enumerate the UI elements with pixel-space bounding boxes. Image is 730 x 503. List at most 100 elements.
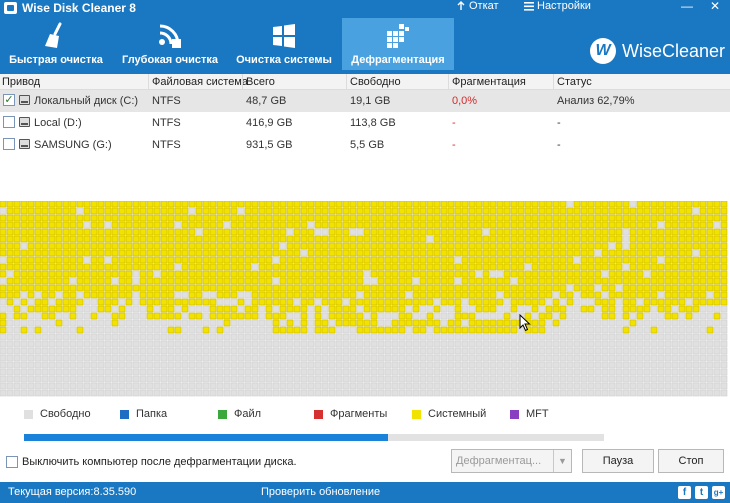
tab-quick-clean[interactable]: Быстрая очистка [0,18,112,70]
cluster-block-free [447,340,455,348]
cluster-block-system [167,201,175,208]
cluster-block-system [391,284,399,292]
defrag-button[interactable]: Дефрагментац... ▼ [451,449,572,473]
close-button[interactable]: ✕ [704,0,726,14]
cluster-block-system [580,270,588,278]
cluster-block-free [629,389,637,397]
cluster-block-system [13,235,21,243]
twitter-icon[interactable]: t [695,486,708,499]
cluster-block-system [55,228,63,236]
facebook-icon[interactable]: f [678,486,691,499]
cluster-block-system [370,263,378,271]
cluster-block-system [111,207,119,215]
broom-icon [45,22,62,48]
cluster-block-system [720,201,728,208]
cluster-block-system [146,235,154,243]
cluster-block-system [531,305,539,313]
cluster-block-system [328,284,336,292]
tab-deep-clean[interactable]: Глубокая очистка [114,18,226,70]
shutdown-after-defrag-option[interactable]: Выключить компьютер после дефрагментации… [6,456,297,468]
check-update-link[interactable]: Проверить обновление [261,486,380,498]
cluster-block-system [160,207,168,215]
cluster-block-free [111,326,119,334]
cluster-block-free [300,333,308,341]
cluster-block-system [69,201,77,208]
column-header-fragmentation[interactable]: Фрагментация [452,76,526,88]
minimize-button[interactable]: — [676,0,698,14]
cluster-block-free [293,354,301,362]
cluster-block-system [223,235,231,243]
cluster-block-system [531,284,539,292]
cluster-block-system [321,298,329,306]
cluster-block-free [76,354,84,362]
cluster-block-free [664,375,672,383]
cluster-block-free [713,389,721,397]
column-header-drive[interactable]: Привод [2,76,40,88]
table-row[interactable]: Local (D:) NTFS 416,9 GB 113,8 GB - - [0,112,730,134]
cluster-block-system [545,277,553,285]
cluster-block-system [524,228,532,236]
drive-checkbox[interactable] [3,138,15,150]
cluster-block-free [671,305,679,313]
column-header-status[interactable]: Статус [557,76,592,88]
cluster-block-system [671,270,679,278]
cluster-block-free [167,319,175,327]
google-plus-icon[interactable]: g+ [712,486,725,499]
column-header-filesystem[interactable]: Файловая система [152,76,248,88]
cluster-block-free [503,368,511,376]
rollback-button[interactable]: Откат [456,0,499,12]
cluster-block-free [202,382,210,390]
cluster-block-system [83,284,91,292]
stop-button[interactable]: Стоп [658,449,724,473]
cluster-block-free [20,291,28,299]
shutdown-checkbox[interactable] [6,456,18,468]
cluster-block-free [608,389,616,397]
cluster-block-system [650,214,658,222]
cluster-block-free [230,354,238,362]
cluster-block-free [440,319,448,327]
cluster-block-system [489,228,497,236]
cluster-block-system [447,242,455,250]
column-header-total[interactable]: Всего [246,76,275,88]
drive-checkbox[interactable]: ✓ [3,94,15,106]
pause-button[interactable]: Пауза [582,449,654,473]
cluster-block-free [552,361,560,369]
cluster-block-system [83,263,91,271]
table-row[interactable]: SAMSUNG (G:) NTFS 931,5 GB 5,5 GB - - [0,134,730,156]
cluster-block-system [314,256,322,264]
cluster-block-system [384,235,392,243]
cluster-block-free [440,382,448,390]
cluster-block-free [699,382,707,390]
cluster-block-free [552,312,560,320]
cluster-block-system [230,291,238,299]
cluster-block-free [699,347,707,355]
cluster-block-system [720,242,728,250]
tab-system-clean[interactable]: Очистка системы [228,18,340,70]
cluster-block-system [524,214,532,222]
cluster-block-free [664,340,672,348]
cluster-block-free [0,298,7,306]
cluster-block-free [76,361,84,369]
cluster-block-free [55,326,63,334]
cluster-block-free [307,221,315,229]
cluster-block-free [706,312,714,320]
cluster-block-system [90,277,98,285]
settings-button[interactable]: Настройки [524,0,591,12]
chevron-down-icon[interactable]: ▼ [553,450,571,472]
drive-icon [19,117,30,127]
cluster-block-free [573,312,581,320]
cluster-block-free [48,382,56,390]
cluster-block-system [209,263,217,271]
cluster-block-system [230,284,238,292]
cluster-block-free [517,389,525,397]
table-row[interactable]: ✓ Локальный диск (C:) NTFS 48,7 GB 19,1 … [0,90,730,112]
cluster-block-free [90,326,98,334]
column-header-free[interactable]: Свободно [350,76,401,88]
cluster-block-system [111,221,119,229]
cluster-block-system [398,298,406,306]
cluster-block-system [482,263,490,271]
drive-checkbox[interactable] [3,116,15,128]
cluster-block-system [468,319,476,327]
tab-defrag[interactable]: Дефрагментация [342,18,454,70]
cluster-block-system [237,214,245,222]
